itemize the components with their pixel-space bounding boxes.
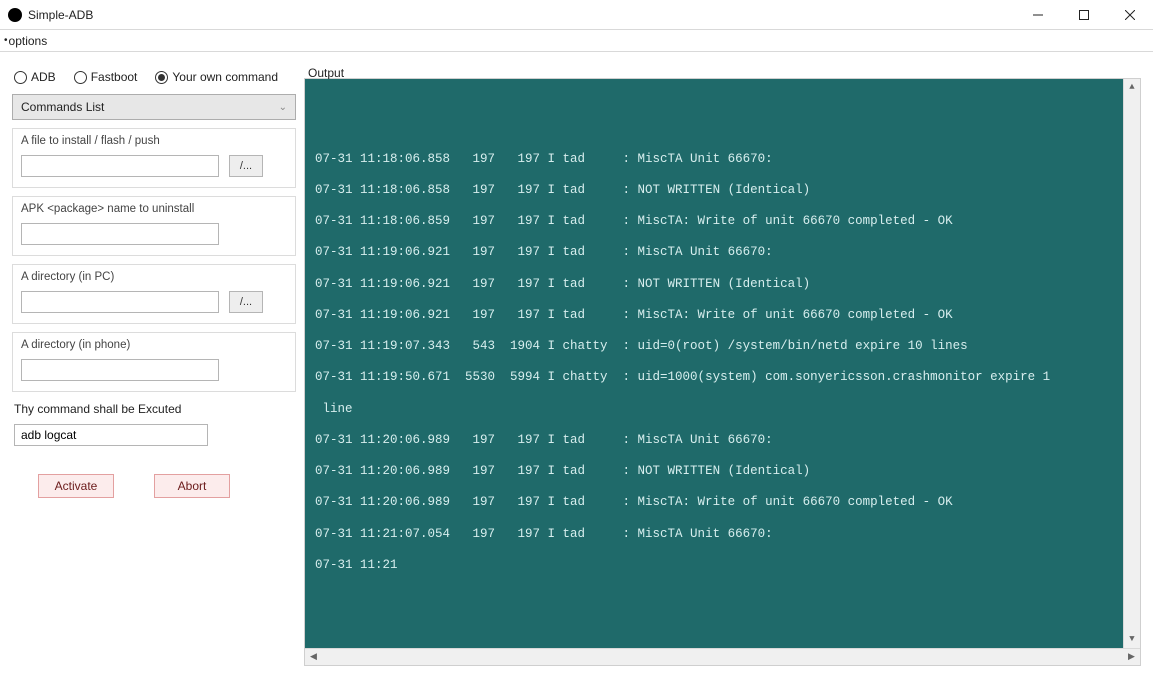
group-install: A file to install / flash / push /...: [12, 128, 296, 188]
scroll-up-icon: ▲: [1124, 79, 1140, 96]
scroll-left-icon: ◀: [305, 649, 322, 665]
radio-own-label: Your own command: [172, 70, 278, 84]
group-dir-pc: A directory (in PC) /...: [12, 264, 296, 324]
close-button[interactable]: [1107, 0, 1153, 30]
chevron-down-icon: ⌄: [279, 102, 287, 113]
menubar: • options: [0, 30, 1153, 52]
command-input[interactable]: [14, 424, 208, 446]
window-controls: [1015, 0, 1153, 30]
horizontal-scrollbar[interactable]: ◀ ▶: [305, 648, 1140, 665]
radio-own-command[interactable]: Your own command: [155, 70, 278, 84]
command-label: Thy command shall be Excuted: [14, 402, 294, 416]
close-icon: [1125, 10, 1135, 20]
action-buttons: Activate Abort: [12, 460, 296, 498]
uninstall-label: APK <package> name to uninstall: [21, 203, 287, 215]
install-path-input[interactable]: [21, 155, 219, 177]
maximize-icon: [1079, 10, 1089, 20]
mode-radio-group: ADB Fastboot Your own command: [12, 64, 296, 86]
console-text: 07-31 11:18:06.858 197 197 I tad : MiscT…: [315, 144, 1130, 582]
uninstall-package-input[interactable]: [21, 223, 219, 245]
output-frame: 07-31 11:18:06.858 197 197 I tad : MiscT…: [304, 78, 1141, 666]
app-body: ADB Fastboot Your own command Commands L…: [0, 52, 1153, 678]
radio-adb-label: ADB: [31, 70, 56, 84]
window-title: Simple-ADB: [28, 8, 93, 22]
left-panel: ADB Fastboot Your own command Commands L…: [12, 64, 296, 666]
radio-icon-selected: [155, 71, 168, 84]
dir-phone-input[interactable]: [21, 359, 219, 381]
minimize-icon: [1033, 10, 1043, 20]
group-dir-phone: A directory (in phone): [12, 332, 296, 392]
output-panel: Output 07-31 11:18:06.858 197 197 I tad …: [304, 64, 1141, 666]
radio-icon: [14, 71, 27, 84]
minimize-button[interactable]: [1015, 0, 1061, 30]
dir-phone-label: A directory (in phone): [21, 339, 287, 351]
radio-icon: [74, 71, 87, 84]
command-box: Thy command shall be Excuted: [12, 400, 296, 452]
radio-adb[interactable]: ADB: [14, 70, 56, 84]
combo-label: Commands List: [21, 100, 104, 114]
radio-fastboot-label: Fastboot: [91, 70, 138, 84]
titlebar: Simple-ADB: [0, 0, 1153, 30]
scroll-right-icon: ▶: [1123, 649, 1140, 665]
commands-list-combo[interactable]: Commands List ⌄: [12, 94, 296, 120]
install-label: A file to install / flash / push: [21, 135, 287, 147]
menu-bullet-icon: •: [4, 35, 8, 46]
abort-button[interactable]: Abort: [154, 474, 230, 498]
dir-pc-label: A directory (in PC): [21, 271, 287, 283]
app-icon: [8, 8, 22, 22]
radio-fastboot[interactable]: Fastboot: [74, 70, 138, 84]
maximize-button[interactable]: [1061, 0, 1107, 30]
scroll-down-icon: ▼: [1124, 631, 1140, 648]
menu-options[interactable]: options: [9, 34, 48, 48]
dir-pc-input[interactable]: [21, 291, 219, 313]
activate-button[interactable]: Activate: [38, 474, 114, 498]
group-uninstall: APK <package> name to uninstall: [12, 196, 296, 256]
install-browse-button[interactable]: /...: [229, 155, 263, 177]
console-output: 07-31 11:18:06.858 197 197 I tad : MiscT…: [305, 79, 1140, 648]
output-label: Output: [308, 66, 1141, 80]
dir-pc-browse-button[interactable]: /...: [229, 291, 263, 313]
vertical-scrollbar[interactable]: ▲ ▼: [1123, 79, 1140, 648]
